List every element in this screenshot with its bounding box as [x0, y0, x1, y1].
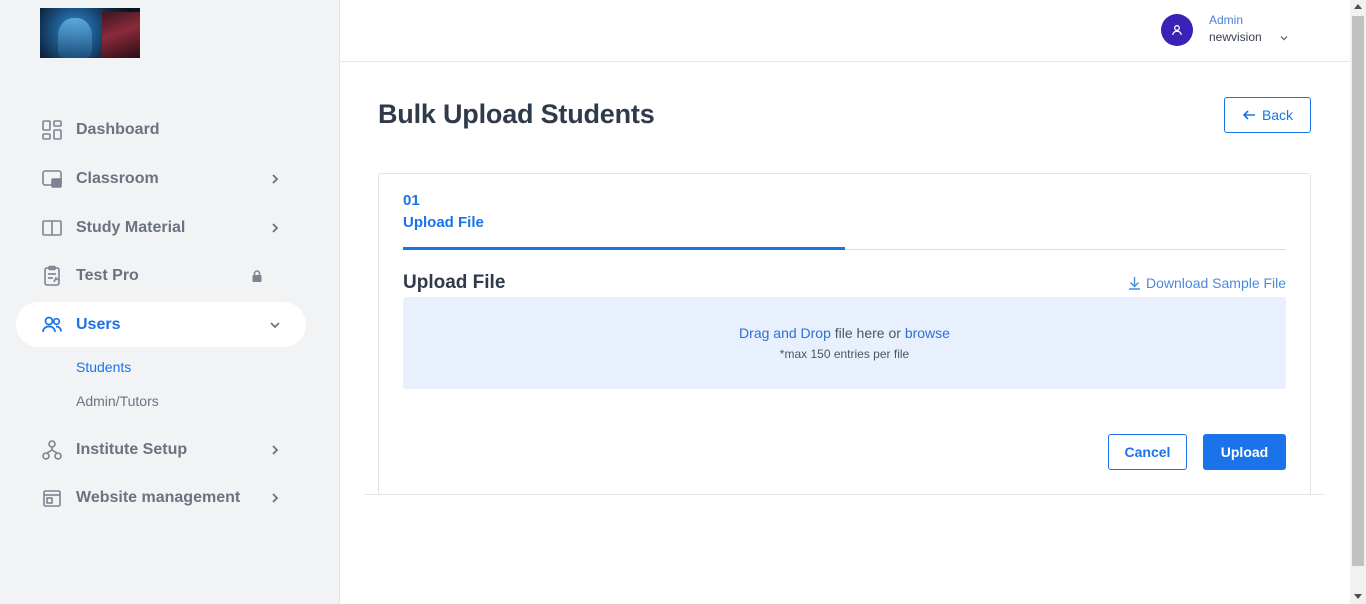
sidebar: Dashboard Classroom Study Material Test …	[0, 0, 340, 604]
sidebar-item-institute-setup[interactable]: Institute Setup	[16, 427, 306, 472]
sidebar-item-label: Institute Setup	[76, 440, 188, 458]
step-number: 01	[403, 192, 420, 209]
chevron-down-icon[interactable]	[1278, 32, 1290, 44]
browse-link[interactable]: browse	[905, 325, 950, 341]
sidebar-item-website-management[interactable]: Website management	[16, 475, 306, 520]
download-sample-label: Download Sample File	[1146, 275, 1287, 291]
dropzone-instructions: Drag and Drop file here or browse	[403, 325, 1286, 341]
sidebar-item-test-pro[interactable]: Test Pro	[16, 253, 306, 298]
lock-icon	[252, 269, 262, 282]
scroll-thumb[interactable]	[1352, 16, 1364, 566]
user-name[interactable]: newvision	[1209, 30, 1262, 44]
file-dropzone[interactable]: Drag and Drop file here or browse *max 1…	[403, 297, 1286, 389]
website-icon	[43, 489, 61, 507]
book-icon	[42, 219, 62, 236]
sidebar-item-dashboard[interactable]: Dashboard	[16, 107, 306, 152]
section-title: Upload File	[403, 272, 506, 293]
cancel-button[interactable]: Cancel	[1108, 434, 1187, 470]
user-role[interactable]: Admin	[1209, 13, 1243, 27]
sidebar-item-label: Users	[76, 315, 121, 333]
step-label[interactable]: Upload File	[403, 214, 484, 231]
user-icon	[1172, 25, 1182, 36]
logo-accent	[102, 12, 140, 58]
chevron-right-icon	[272, 444, 279, 455]
sidebar-subitem-admin-tutors[interactable]: Admin/Tutors	[76, 393, 159, 409]
back-button-label: Back	[1261, 107, 1294, 123]
hierarchy-icon	[42, 439, 62, 460]
back-button[interactable]: Back	[1224, 97, 1311, 133]
page-title: Bulk Upload Students	[378, 99, 655, 129]
sidebar-item-label: Test Pro	[76, 266, 139, 284]
step-progress-active	[403, 247, 845, 250]
avatar[interactable]	[1161, 14, 1193, 46]
sidebar-item-label: Dashboard	[76, 120, 160, 138]
sidebar-subitem-students[interactable]: Students	[76, 359, 131, 375]
chevron-right-icon	[272, 492, 279, 503]
sidebar-item-label: Website management	[76, 488, 241, 506]
sidebar-item-users[interactable]: Users	[16, 302, 306, 347]
sidebar-item-classroom[interactable]: Classroom	[16, 156, 306, 201]
classroom-icon	[42, 169, 62, 188]
upload-button[interactable]: Upload	[1203, 434, 1286, 470]
top-header: Admin newvision	[340, 0, 1350, 62]
download-sample-link[interactable]: Download Sample File	[1128, 275, 1286, 291]
chevron-down-icon	[270, 321, 280, 328]
brand-logo[interactable]	[40, 8, 140, 58]
dashboard-icon	[42, 119, 62, 140]
dropzone-note: *max 150 entries per file	[779, 347, 910, 361]
scroll-up-arrow-icon[interactable]	[1354, 4, 1362, 9]
scrollbar[interactable]	[1350, 0, 1366, 604]
logo-figure	[58, 18, 92, 58]
arrow-left-icon	[1242, 110, 1255, 120]
chevron-right-icon	[272, 173, 279, 184]
chevron-right-icon	[272, 222, 279, 233]
scroll-down-arrow-icon[interactable]	[1354, 594, 1362, 599]
clipboard-icon	[44, 265, 60, 286]
users-icon	[42, 316, 62, 332]
drag-drop-text: Drag and Drop	[739, 325, 831, 341]
divider	[364, 494, 1325, 495]
sidebar-item-label: Study Material	[76, 218, 186, 236]
sidebar-item-study-material[interactable]: Study Material	[16, 205, 306, 250]
sidebar-item-label: Classroom	[76, 169, 159, 187]
download-icon	[1129, 277, 1140, 290]
dropzone-middle-text: file here or	[830, 325, 905, 341]
